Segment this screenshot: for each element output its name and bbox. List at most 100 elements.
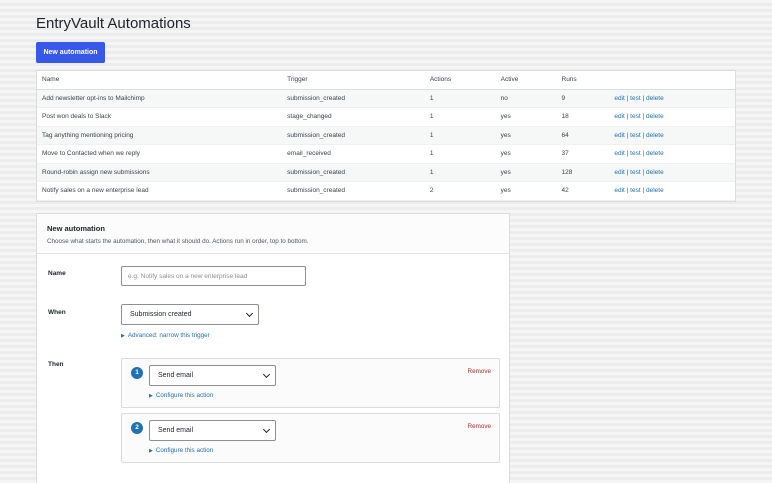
- delete-link[interactable]: delete: [646, 132, 664, 139]
- table-row: Notify sales on a new enterprise lead su…: [37, 181, 735, 201]
- remove-action-1-button[interactable]: Remove: [468, 368, 491, 375]
- edit-link[interactable]: edit: [614, 95, 624, 102]
- disclosure-triangle-icon: ▶: [121, 333, 125, 339]
- delete-link[interactable]: delete: [646, 169, 664, 176]
- table-row: Tag anything mentioning pricing submissi…: [37, 126, 735, 145]
- row-actions: edit | test | delete: [609, 181, 735, 201]
- automation-runs: 64: [556, 126, 610, 145]
- column-header-active: Active: [495, 71, 557, 90]
- row-actions: edit | test | delete: [609, 144, 735, 164]
- separator: |: [642, 187, 645, 195]
- configure-action-1-toggle[interactable]: ▶ Configure this action: [149, 392, 213, 399]
- table-row: Round-robin assign new submissions submi…: [37, 163, 735, 182]
- separator: |: [626, 150, 629, 158]
- trigger-select-value: Submission created: [130, 311, 192, 318]
- page-title: EntryVault Automations: [36, 15, 191, 32]
- automation-actions-count: 1: [424, 107, 496, 127]
- test-link[interactable]: test: [630, 132, 640, 139]
- delete-link[interactable]: delete: [646, 113, 664, 120]
- step-number-badge: 2: [131, 422, 143, 434]
- automation-active: yes: [495, 181, 557, 201]
- automation-trigger: submission_created: [282, 163, 425, 182]
- automation-actions-count: 1: [424, 144, 496, 164]
- advanced-trigger-label: Advanced: narrow this trigger: [127, 332, 210, 339]
- table-row: Move to Contacted when we reply email_re…: [37, 144, 735, 164]
- automation-actions-count: 2: [424, 181, 496, 201]
- panel-description: Choose what starts the automation, then …: [47, 238, 309, 245]
- advanced-trigger-toggle[interactable]: ▶ Advanced: narrow this trigger: [121, 332, 210, 339]
- when-label: When: [48, 309, 66, 316]
- chevron-down-icon: [245, 309, 254, 318]
- action-1-select[interactable]: Send email: [149, 365, 276, 386]
- row-actions: edit | test | delete: [609, 89, 735, 108]
- new-automation-panel: New automation Choose what starts the au…: [36, 213, 510, 483]
- table-row: Add newsletter opt-ins to Mailchimp subm…: [37, 89, 735, 108]
- automation-runs: 9: [556, 89, 610, 108]
- delete-link[interactable]: delete: [646, 95, 664, 102]
- configure-action-1-label: Configure this action: [155, 392, 214, 399]
- row-actions: edit | test | delete: [609, 126, 735, 145]
- automation-runs: 128: [556, 163, 610, 182]
- automation-name: Add newsletter opt-ins to Mailchimp: [37, 89, 283, 108]
- action-2-select-value: Send email: [158, 427, 194, 434]
- automation-active: yes: [495, 107, 557, 127]
- automation-name: Post won deals to Slack: [37, 107, 283, 127]
- automation-actions-count: 1: [424, 89, 496, 108]
- automations-table: Name Trigger Actions Active Runs Add new…: [36, 70, 736, 202]
- edit-link[interactable]: edit: [614, 132, 624, 139]
- automation-runs: 18: [556, 107, 610, 127]
- action-card-2: 2 Send email ▶ Configure this action Remo…: [121, 413, 500, 463]
- automation-active: no: [495, 89, 557, 108]
- test-link[interactable]: test: [630, 169, 640, 176]
- action-1-select-value: Send email: [158, 372, 194, 379]
- column-header-name: Name: [37, 71, 283, 90]
- edit-link[interactable]: edit: [614, 169, 624, 176]
- separator: |: [626, 131, 629, 139]
- automation-active: yes: [495, 144, 557, 164]
- automation-trigger: submission_created: [282, 126, 425, 145]
- step-number-badge: 1: [131, 367, 143, 379]
- panel-header: New automation Choose what starts the au…: [37, 214, 509, 254]
- automation-active: yes: [495, 163, 557, 182]
- automation-trigger: submission_created: [282, 89, 425, 108]
- then-label: Then: [48, 361, 64, 368]
- new-automation-button[interactable]: New automation: [36, 42, 105, 63]
- automation-trigger: submission_created: [282, 181, 425, 201]
- column-header-trigger: Trigger: [282, 71, 425, 90]
- trigger-select[interactable]: Submission created: [121, 304, 259, 325]
- test-link[interactable]: test: [630, 150, 640, 157]
- row-actions: edit | test | delete: [609, 163, 735, 182]
- separator: |: [642, 168, 645, 176]
- automation-active: yes: [495, 126, 557, 145]
- configure-action-2-label: Configure this action: [155, 447, 214, 454]
- edit-link[interactable]: edit: [614, 113, 624, 120]
- delete-link[interactable]: delete: [646, 187, 664, 194]
- disclosure-triangle-icon: ▶: [149, 393, 153, 399]
- configure-action-2-toggle[interactable]: ▶ Configure this action: [149, 447, 213, 454]
- action-card-1: 1 Send email ▶ Configure this action Remo…: [121, 358, 500, 408]
- test-link[interactable]: test: [630, 95, 640, 102]
- automation-trigger: stage_changed: [282, 107, 425, 127]
- chevron-down-icon: [262, 425, 271, 434]
- automation-actions-count: 1: [424, 163, 496, 182]
- table-header-row: Name Trigger Actions Active Runs: [37, 71, 735, 90]
- edit-link[interactable]: edit: [614, 150, 624, 157]
- separator: |: [626, 187, 629, 195]
- automation-name: Tag anything mentioning pricing: [37, 126, 283, 145]
- table-row: Post won deals to Slack stage_changed 1 …: [37, 107, 735, 127]
- separator: |: [642, 113, 645, 121]
- automation-name-input[interactable]: [121, 266, 306, 286]
- column-header-row-actions: [609, 71, 735, 90]
- automation-actions-count: 1: [424, 126, 496, 145]
- separator: |: [642, 150, 645, 158]
- disclosure-triangle-icon: ▶: [149, 448, 153, 454]
- column-header-actions: Actions: [424, 71, 496, 90]
- automation-runs: 37: [556, 144, 610, 164]
- separator: |: [626, 168, 629, 176]
- remove-action-2-button[interactable]: Remove: [468, 423, 491, 430]
- test-link[interactable]: test: [630, 187, 640, 194]
- edit-link[interactable]: edit: [614, 187, 624, 194]
- delete-link[interactable]: delete: [646, 150, 664, 157]
- test-link[interactable]: test: [630, 113, 640, 120]
- action-2-select[interactable]: Send email: [149, 420, 276, 441]
